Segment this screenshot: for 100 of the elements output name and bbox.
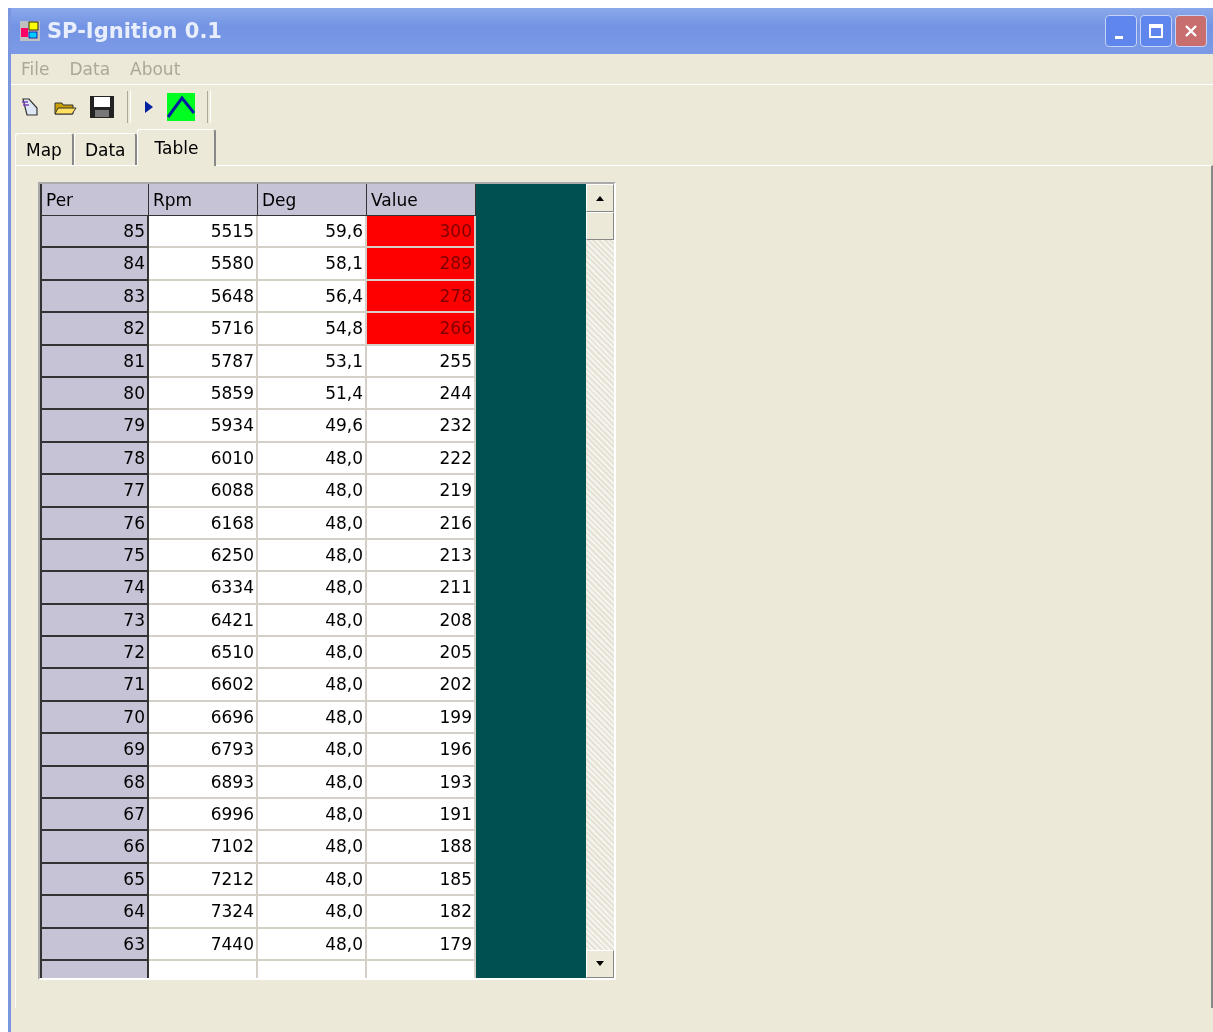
table-cell: 199: [367, 701, 476, 735]
table-cell: 278: [367, 280, 476, 314]
table-cell: 5648: [149, 280, 258, 314]
table-cell: 6088: [149, 475, 258, 508]
column-header[interactable]: Deg: [258, 184, 367, 216]
table-cell: 205: [367, 637, 476, 670]
table-cell: 179: [367, 928, 476, 961]
row-header: 65: [40, 863, 149, 897]
table-cell: 185: [367, 863, 476, 897]
row-header: 82: [40, 313, 149, 346]
row-header: 72: [40, 637, 149, 670]
table-cell: 5716: [149, 313, 258, 346]
scroll-down-button[interactable]: [586, 950, 614, 978]
table-cell: 53,1: [258, 345, 367, 378]
close-icon: [1183, 23, 1199, 39]
table-cell: 48,0: [258, 896, 367, 929]
table-cell: 5859: [149, 377, 258, 411]
table-cell: 219: [367, 475, 476, 508]
row-header: 73: [40, 604, 149, 638]
up-arrow-icon: [595, 195, 605, 201]
table-cell: 6793: [149, 734, 258, 767]
table-cell: 6893: [149, 766, 258, 800]
table-cell: 244: [367, 377, 476, 411]
row-header: 79: [40, 410, 149, 443]
table-cell: 196: [367, 734, 476, 767]
table-cell: 56,4: [258, 280, 367, 314]
table-cell: 48,0: [258, 734, 367, 767]
close-button[interactable]: [1175, 15, 1207, 47]
app-icon: [19, 20, 41, 42]
table-cell: 48,0: [258, 863, 367, 897]
table-cell: 51,4: [258, 377, 367, 411]
table-cell: 6168: [149, 507, 258, 540]
table-cell: 48,0: [258, 539, 367, 573]
table-cell: 289: [367, 248, 476, 281]
row-header: 74: [40, 572, 149, 605]
row-header: 75: [40, 539, 149, 573]
table-cell: 5934: [149, 410, 258, 443]
scrollbar[interactable]: [586, 184, 614, 978]
row-header: 68: [40, 766, 149, 800]
table-cell: 49,6: [258, 410, 367, 443]
column-header[interactable]: Rpm: [149, 184, 258, 216]
new-document-icon[interactable]: [19, 96, 41, 118]
row-header: 76: [40, 507, 149, 540]
table-cell: 48,0: [258, 507, 367, 540]
table-cell: 7324: [149, 896, 258, 929]
row-header: 71: [40, 669, 149, 702]
table-cell: 5580: [149, 248, 258, 281]
table-cell: 48,0: [258, 799, 367, 832]
chart-icon[interactable]: [167, 93, 195, 121]
table-cell: 5787: [149, 345, 258, 378]
tab[interactable]: Table: [137, 129, 217, 166]
table-cell: 48,0: [258, 766, 367, 800]
table-cell: 232: [367, 410, 476, 443]
table-cell: 7440: [149, 928, 258, 961]
row-header: 69: [40, 734, 149, 767]
row-header: 77: [40, 475, 149, 508]
table-cell: 193: [367, 766, 476, 800]
row-header: 78: [40, 442, 149, 476]
row-header: 66: [40, 831, 149, 864]
table-cell: 300: [367, 216, 476, 249]
row-header: 81: [40, 345, 149, 378]
table-cell: 54,8: [258, 313, 367, 346]
table-cell: 7102: [149, 831, 258, 864]
tab[interactable]: Map: [15, 133, 74, 165]
row-header: 64: [40, 896, 149, 929]
minimize-icon: [1115, 35, 1123, 39]
table-cell: 202: [367, 669, 476, 702]
scroll-up-button[interactable]: [586, 184, 614, 212]
play-icon[interactable]: [143, 98, 155, 116]
scroll-thumb[interactable]: [586, 212, 614, 240]
table-cell: 59,6: [258, 216, 367, 249]
table-cell: 48,0: [258, 637, 367, 670]
table-cell: 208: [367, 604, 476, 638]
column-header[interactable]: Value: [367, 184, 476, 216]
table-cell: 48,0: [258, 475, 367, 508]
row-header: 70: [40, 701, 149, 735]
table-cell: 6996: [149, 799, 258, 832]
tab[interactable]: Data: [73, 133, 138, 165]
table-cell: 6510: [149, 637, 258, 670]
row-header: 63: [40, 928, 149, 961]
maximize-icon: [1148, 23, 1164, 39]
row-header: 83: [40, 280, 149, 314]
table-cell: 6250: [149, 539, 258, 573]
row-header: 85: [40, 216, 149, 249]
table-cell: 6602: [149, 669, 258, 702]
row-header: 84: [40, 248, 149, 281]
table-cell: 6421: [149, 604, 258, 638]
row-header: 80: [40, 377, 149, 411]
window-title: SP-Ignition 0.1: [47, 19, 222, 43]
table-cell: 191: [367, 799, 476, 832]
minimize-button[interactable]: [1105, 15, 1137, 47]
table-cell: 6696: [149, 701, 258, 735]
column-header[interactable]: Per: [40, 184, 149, 216]
table-cell: 48,0: [258, 928, 367, 961]
table-cell: 216: [367, 507, 476, 540]
maximize-button[interactable]: [1140, 15, 1172, 47]
save-icon[interactable]: [89, 95, 115, 119]
table-cell: 48,0: [258, 572, 367, 605]
table-cell: 48,0: [258, 442, 367, 476]
table-cell: 48,0: [258, 669, 367, 702]
